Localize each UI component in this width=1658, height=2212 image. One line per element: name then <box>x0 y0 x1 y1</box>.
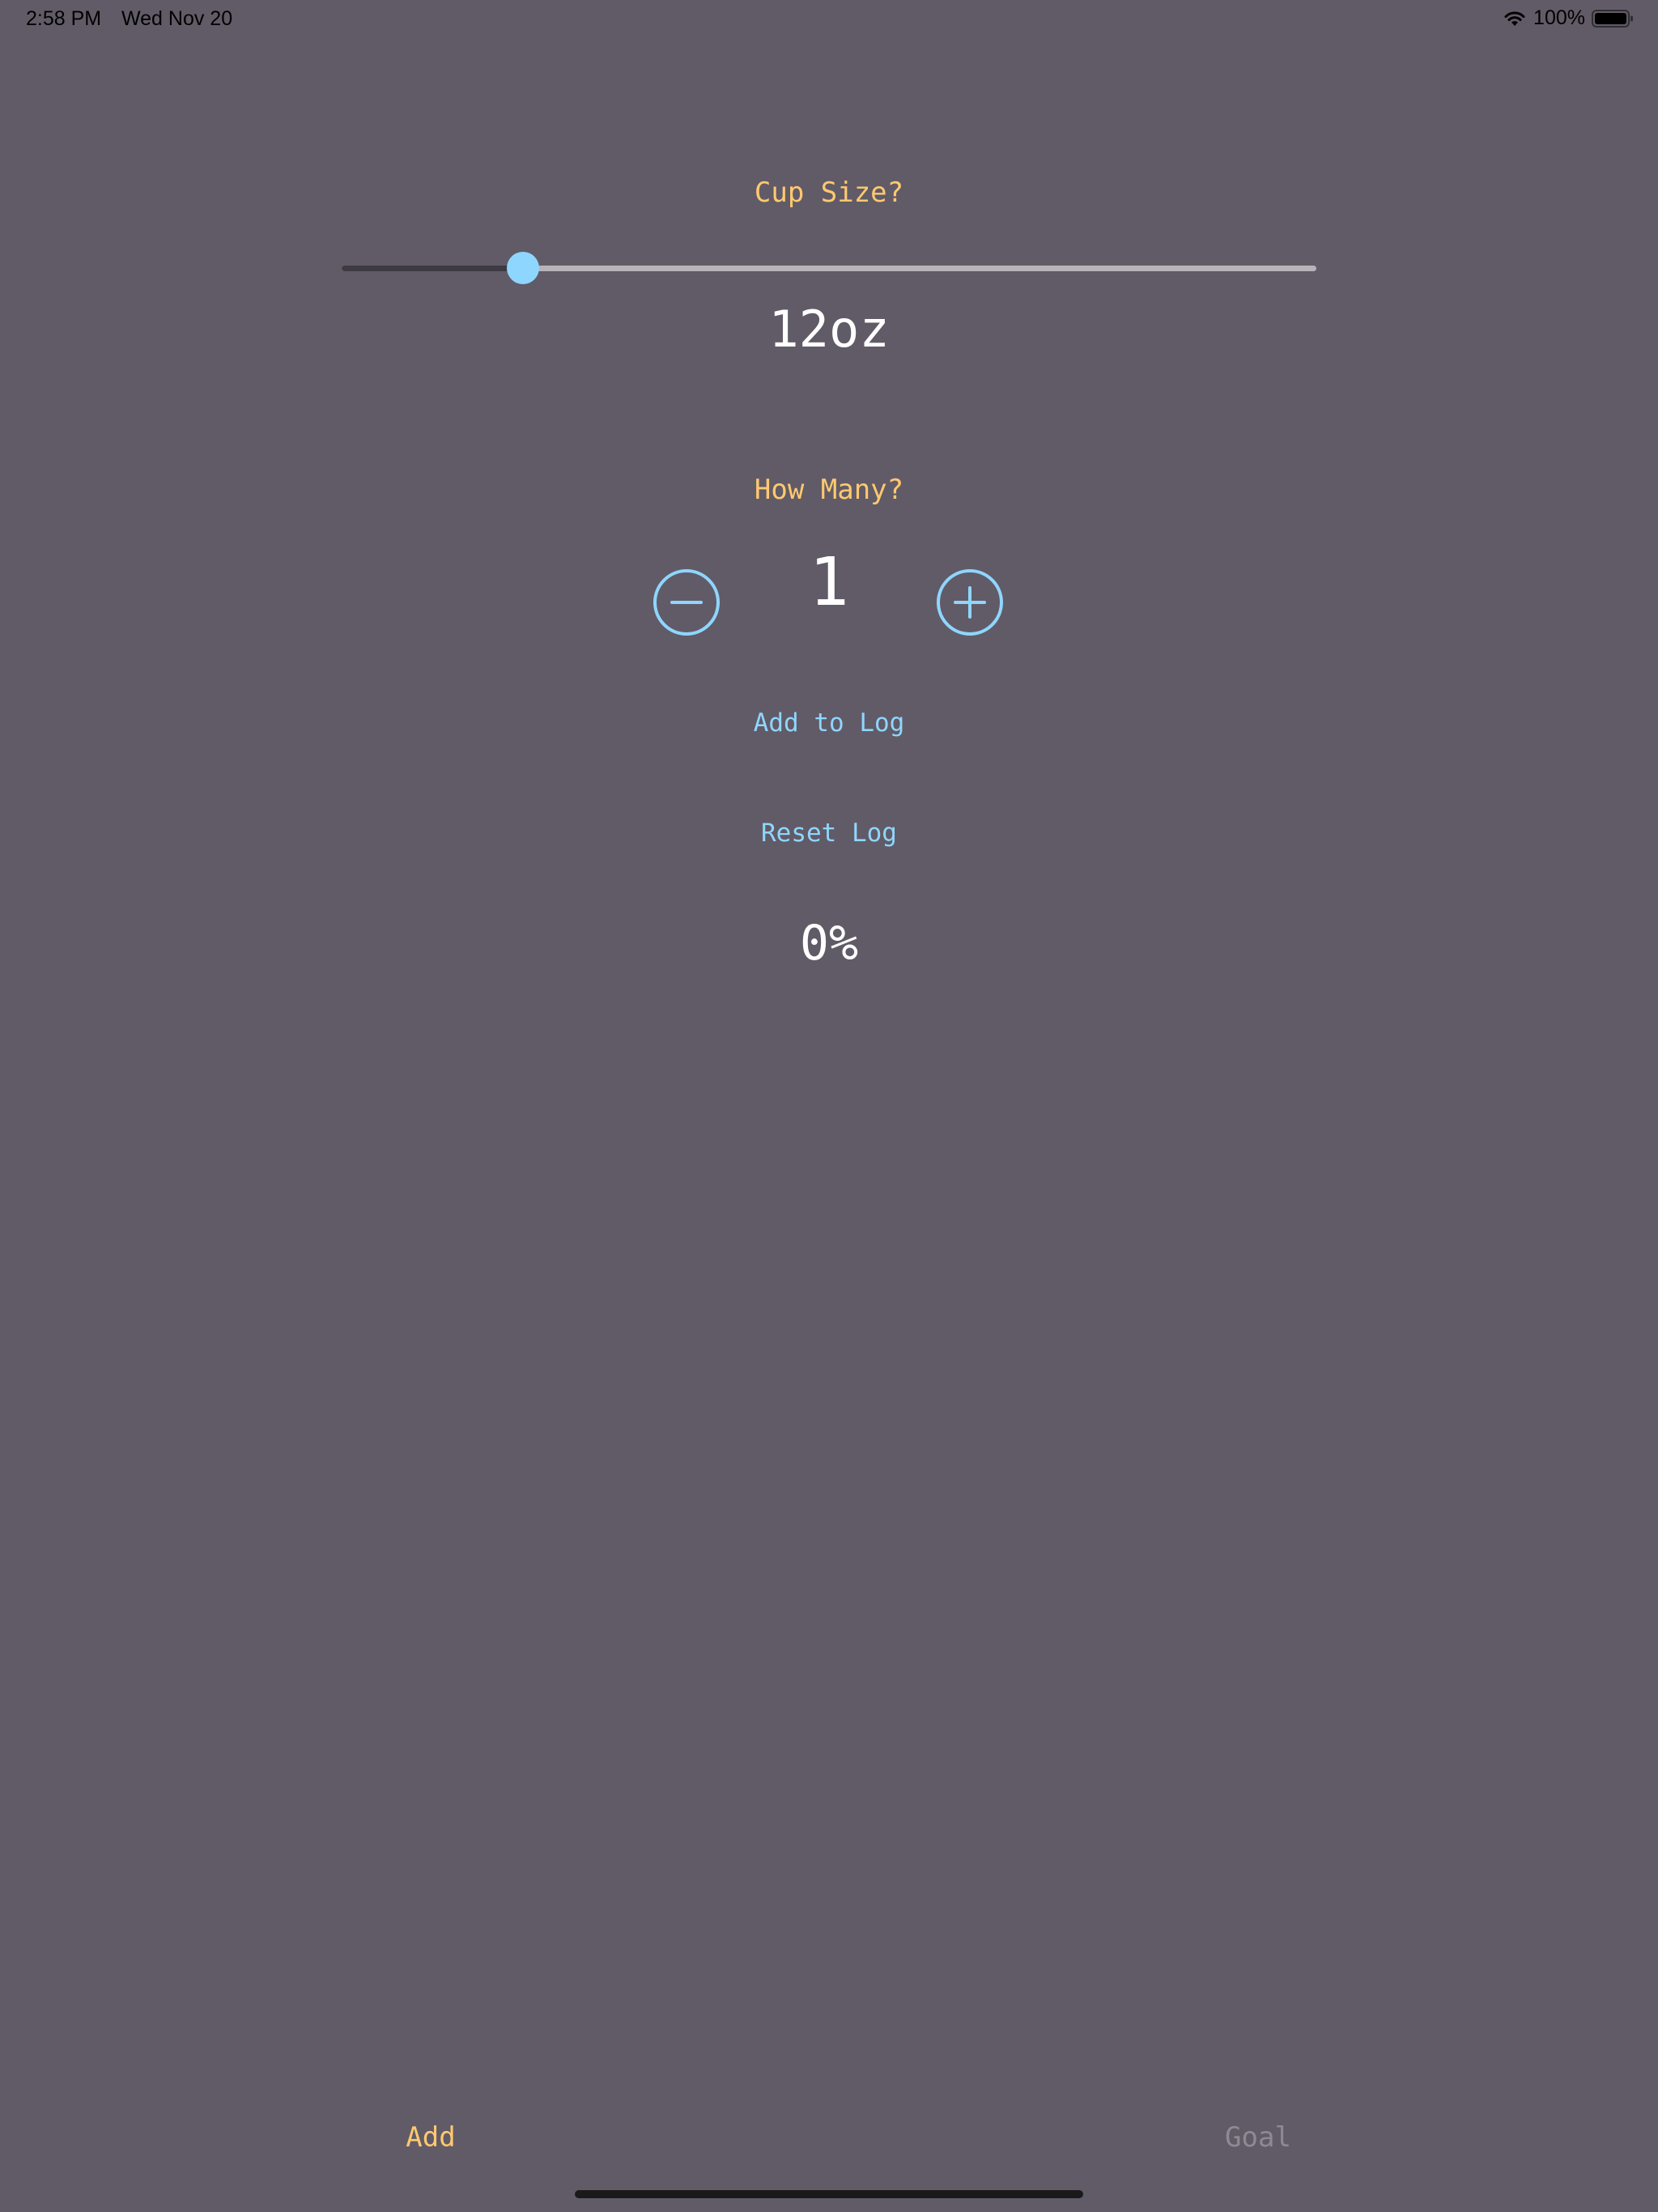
add-to-log-button[interactable]: Add to Log <box>667 708 991 738</box>
status-date: Wed Nov 20 <box>121 7 233 30</box>
battery-icon <box>1592 9 1634 28</box>
tab-add[interactable]: Add <box>372 2121 489 2154</box>
status-bar: 2:58 PM Wed Nov 20 100% <box>0 0 1658 39</box>
cup-size-heading: Cup Size? <box>754 177 904 209</box>
battery-percent: 100% <box>1533 6 1585 29</box>
wifi-icon <box>1503 9 1527 28</box>
home-indicator <box>575 2190 1083 2198</box>
how-many-heading: How Many? <box>754 474 904 506</box>
slider-thumb[interactable] <box>506 252 539 284</box>
cup-size-value: 12oz <box>768 300 890 359</box>
slider-fill <box>342 266 523 271</box>
progress-percent: 0% <box>799 915 859 972</box>
cup-size-slider[interactable] <box>342 251 1316 285</box>
tab-goal[interactable]: Goal <box>1198 2121 1318 2154</box>
status-time: 2:58 PM <box>26 7 102 30</box>
reset-log-button[interactable]: Reset Log <box>667 819 991 848</box>
status-indicators: 100% <box>1503 6 1634 30</box>
increment-button[interactable] <box>936 568 1004 636</box>
plus-circle-icon <box>936 568 1004 636</box>
count-value: 1 <box>809 544 849 621</box>
